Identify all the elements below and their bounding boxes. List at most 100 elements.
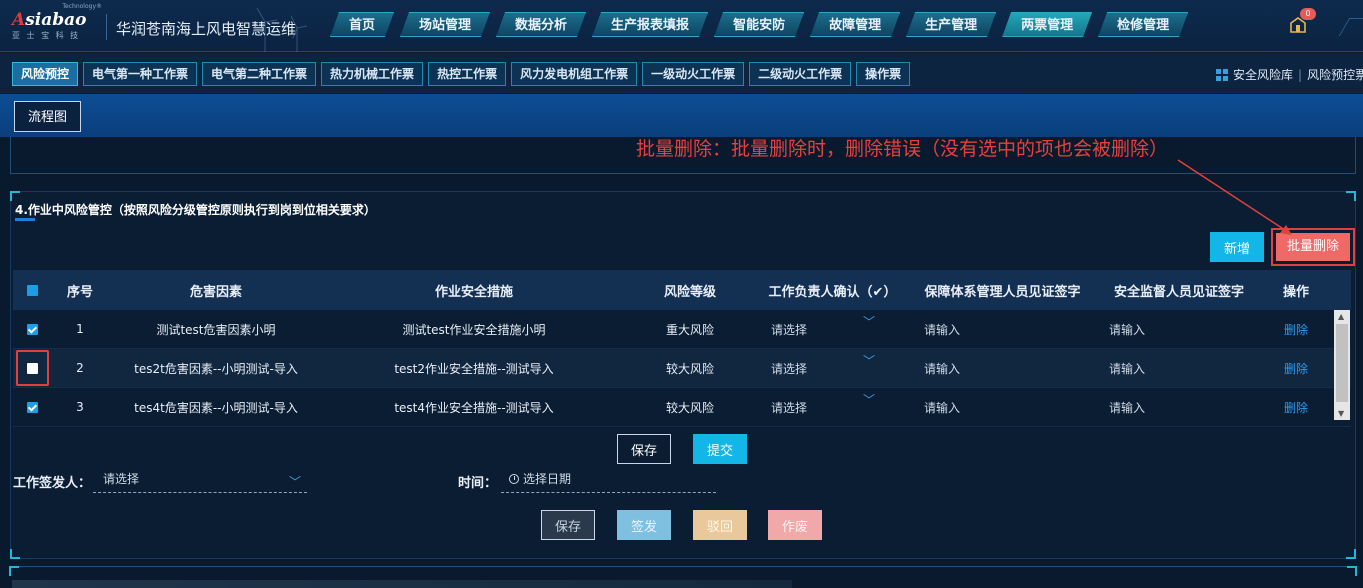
section-title-underline: [15, 218, 35, 221]
nav-fault[interactable]: 故障管理: [810, 12, 900, 37]
nav-station[interactable]: 场站管理: [400, 12, 490, 37]
confirm-select-value: 请选择: [771, 400, 808, 415]
confirm-select[interactable]: 请选择 ﹀: [755, 315, 910, 338]
corner-decoration: [1346, 191, 1356, 201]
delete-link-label: 删除: [1283, 322, 1308, 337]
risk-control-section: 4.作业中风险管控（按照风险分级管控原则执行到岗到位相关要求） 新增 批量删除 …: [10, 191, 1356, 559]
row-no: 3: [76, 400, 84, 414]
delete-link[interactable]: 删除: [1263, 399, 1329, 416]
safety-risk-library-link[interactable]: 安全风险库: [1233, 66, 1293, 83]
table-scrollbar[interactable]: ▲ ▼: [1334, 310, 1350, 420]
col-header-confirm: 工作负责人确认（✔）: [768, 284, 897, 300]
section-title: 4.作业中风险管控（按照风险分级管控原则执行到岗到位相关要求）: [15, 203, 376, 217]
ticket-tabs: 风险预控 电气第一种工作票 电气第二种工作票 热力机械工作票 热控工作票 风力发…: [12, 62, 911, 86]
header-corner-decoration: [1338, 18, 1363, 36]
col-header-hazard: 危害因素: [189, 284, 242, 300]
col-header-measure: 作业安全措施: [434, 284, 513, 300]
col-header-action: 操作: [1282, 284, 1309, 300]
tab-electric-1[interactable]: 电气第一种工作票: [83, 62, 198, 86]
signer-select[interactable]: 请选择 ﹀: [93, 468, 307, 493]
tab-electric-2[interactable]: 电气第二种工作票: [202, 62, 317, 86]
delete-link-label: 删除: [1283, 400, 1308, 415]
sign-button[interactable]: 签发: [617, 510, 671, 540]
main-nav: 首页 场站管理 数据分析 生产报表填报 智能安防 故障管理 生产管理 两票管理 …: [330, 12, 1188, 37]
unchecked-highlight: [15, 350, 49, 386]
confirm-select[interactable]: 请选择 ﹀: [755, 393, 910, 416]
batch-delete-highlight: 批量删除: [1271, 228, 1355, 266]
toolbar-band: [0, 94, 1363, 137]
select-all-cell: [13, 283, 51, 298]
witness1-input[interactable]: 请输入: [910, 360, 1095, 377]
row-no: 1: [76, 322, 84, 336]
delete-link[interactable]: 删除: [1263, 321, 1329, 338]
clock-icon: [509, 474, 519, 484]
tab-thermal-control[interactable]: 热控工作票: [428, 62, 507, 86]
tab-wind-turbine[interactable]: 风力发电机组工作票: [511, 62, 638, 86]
table-row: 2 tes2t危害因素--小明测试-导入 test2作业安全措施--测试导入 较…: [13, 349, 1351, 388]
row-measure: test2作业安全措施--测试导入: [394, 361, 554, 376]
save-button[interactable]: 保存: [617, 434, 671, 464]
witness2-placeholder: 请输入: [1109, 400, 1146, 415]
chevron-down-icon: ﹀: [862, 314, 875, 329]
col-header-witness2: 安全监督人员见证签字: [1113, 284, 1244, 300]
nav-tickets[interactable]: 两票管理: [1002, 12, 1092, 37]
scrollbar-thumb[interactable]: [1336, 324, 1348, 402]
tab-risk-control[interactable]: 风险预控: [12, 62, 79, 86]
row-select-cell: [13, 350, 51, 386]
witness2-placeholder: 请输入: [1109, 322, 1146, 337]
batch-delete-button[interactable]: 批量删除: [1276, 233, 1350, 261]
table-row: 3 tes4t危害因素--小明测试-导入 test4作业安全措施--测试导入 较…: [13, 388, 1351, 427]
row-hazard: tes4t危害因素--小明测试-导入: [134, 400, 298, 415]
sub-nav: 风险预控 电气第一种工作票 电气第二种工作票 热力机械工作票 热控工作票 风力发…: [0, 53, 1363, 93]
nav-report[interactable]: 生产报表填报: [592, 12, 708, 37]
witness2-input[interactable]: 请输入: [1095, 360, 1263, 377]
row-checkbox[interactable]: [26, 324, 38, 335]
witness1-input[interactable]: 请输入: [910, 321, 1095, 338]
reject-button[interactable]: 驳回: [693, 510, 747, 540]
link-separator: |: [1298, 67, 1303, 82]
nav-analysis[interactable]: 数据分析: [496, 12, 586, 37]
bug-annotation: 批量删除：批量删除时，删除错误（没有选中的项也会被删除）: [636, 138, 1169, 160]
nav-home[interactable]: 首页: [330, 12, 394, 37]
row-measure: 测试test作业安全措施小明: [402, 322, 546, 337]
row-checkbox[interactable]: [26, 402, 38, 413]
chevron-down-icon: ﹀: [288, 475, 301, 489]
confirm-select[interactable]: 请选择 ﹀: [755, 354, 910, 377]
submit-button[interactable]: 提交: [693, 434, 747, 464]
add-button[interactable]: 新增: [1210, 232, 1264, 262]
risk-control-ticket-link[interactable]: 风险预控票: [1307, 66, 1363, 83]
witness1-placeholder: 请输入: [924, 400, 961, 415]
tab-hotwork-1[interactable]: 一级动火工作票: [642, 62, 745, 86]
nav-production[interactable]: 生产管理: [906, 12, 996, 37]
row-level: 重大风险: [665, 322, 714, 337]
witness2-input[interactable]: 请输入: [1095, 399, 1263, 416]
nav-security[interactable]: 智能安防: [714, 12, 804, 37]
delete-link[interactable]: 删除: [1263, 360, 1329, 377]
corner-decoration: [1346, 549, 1356, 559]
tab-hotwork-2[interactable]: 二级动火工作票: [749, 62, 852, 86]
tab-operation[interactable]: 操作票: [856, 62, 911, 86]
next-section-title-cutoff: [12, 580, 792, 588]
confirm-select-value: 请选择: [771, 322, 808, 337]
logo-mark: Asiabao: [12, 10, 87, 30]
top-header: Technology® Asiabao 亚 士 宝 科 技 华润苍南海上风电智慧…: [0, 0, 1363, 52]
grid-icon: [1216, 68, 1228, 81]
scroll-up-icon[interactable]: ▲: [1338, 312, 1344, 321]
chevron-down-icon: ﹀: [862, 353, 875, 368]
witness1-input[interactable]: 请输入: [910, 399, 1095, 416]
date-picker[interactable]: 选择日期: [501, 468, 716, 493]
tab-thermal-mech[interactable]: 热力机械工作票: [321, 62, 424, 86]
flowchart-button[interactable]: 流程图: [14, 101, 81, 132]
row-checkbox[interactable]: [26, 363, 38, 374]
notification-badge: 0: [1300, 8, 1316, 20]
nav-maintenance[interactable]: 检修管理: [1098, 12, 1188, 37]
row-measure: test4作业安全措施--测试导入: [394, 400, 554, 415]
witness2-input[interactable]: 请输入: [1095, 321, 1263, 338]
select-all-checkbox[interactable]: [26, 284, 38, 296]
date-placeholder: 选择日期: [523, 472, 572, 486]
scroll-down-icon[interactable]: ▼: [1338, 409, 1344, 418]
corner-decoration: [10, 549, 20, 559]
save-draft-button[interactable]: 保存: [541, 510, 595, 540]
void-button[interactable]: 作废: [768, 510, 822, 540]
corner-decoration: [10, 191, 20, 201]
